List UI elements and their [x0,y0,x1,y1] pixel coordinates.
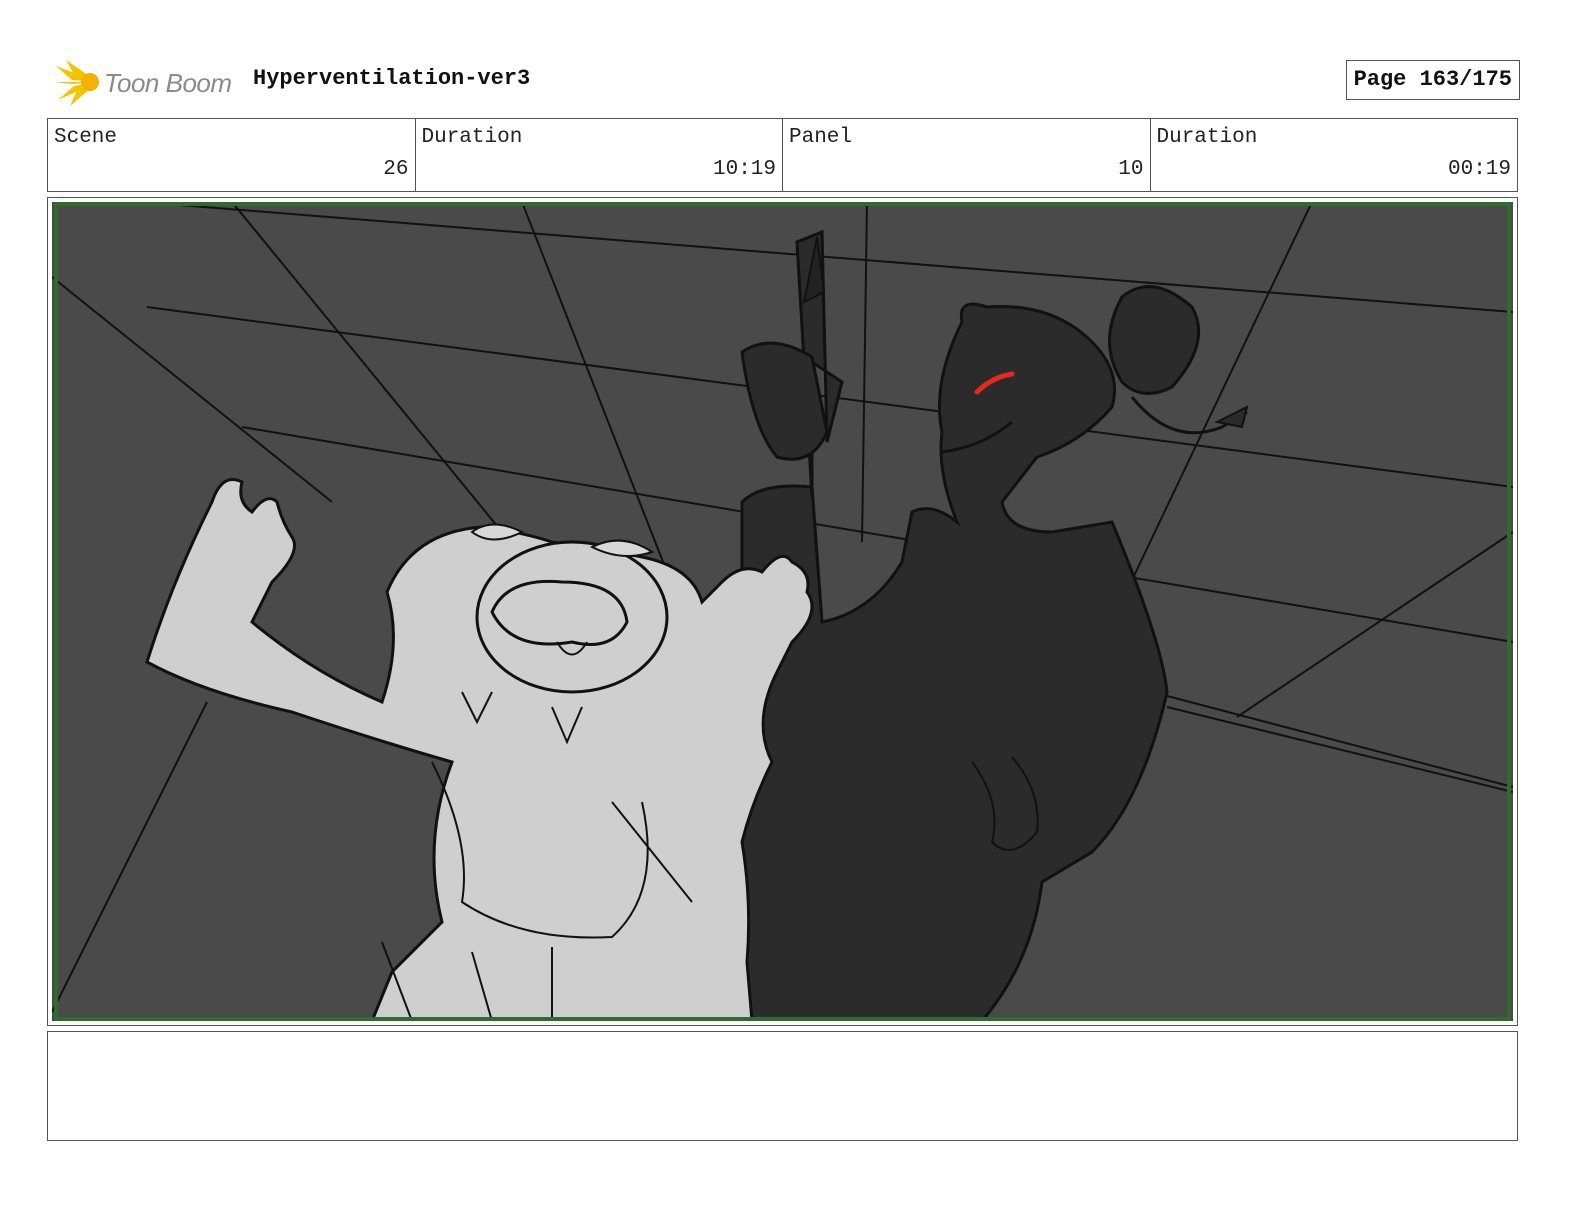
scene-duration-value: 10:19 [712,158,776,181]
panel-cell: Panel 10 [783,119,1151,191]
panel-notes-box[interactable] [47,1031,1518,1141]
toon-boom-logo: Toon Boom [52,56,242,108]
sun-burst-icon [54,60,99,106]
panel-duration-value: 00:19 [1447,158,1511,181]
panel-duration-cell: Duration 00:19 [1151,119,1518,191]
scene-value: 26 [383,158,409,181]
panel-duration-label: Duration [1156,126,1258,149]
scene-duration-label: Duration [421,126,523,149]
logo-text: Toon Boom [104,68,232,98]
scene-duration-cell: Duration 10:19 [416,119,783,191]
page-header: Toon Boom Hyperventilation-ver3 Page 163… [52,52,1536,108]
panel-frame [47,197,1518,1026]
panel-value: 10 [1118,158,1144,181]
scene-cell: Scene 26 [48,119,416,191]
panel-label: Panel [789,126,853,149]
scene-info-table: Scene 26 Duration 10:19 Panel 10 Duratio… [47,118,1518,192]
scene-label: Scene [54,126,118,149]
project-title: Hyperventilation-ver3 [253,66,531,91]
page-indicator: Page 163/175 [1345,60,1520,100]
storyboard-panel-image [52,202,1513,1021]
